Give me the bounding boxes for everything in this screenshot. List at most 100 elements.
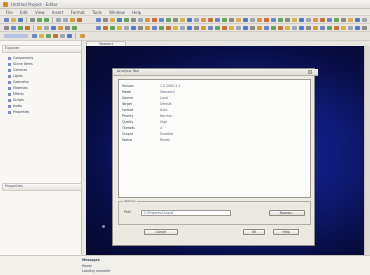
tool-icon[interactable] xyxy=(187,26,192,30)
tool-icon[interactable] xyxy=(103,18,108,22)
tool-icon[interactable] xyxy=(313,18,318,22)
tool-icon[interactable] xyxy=(110,18,115,22)
tool-icon[interactable] xyxy=(278,26,283,30)
tool-icon[interactable] xyxy=(278,18,283,22)
tool-icon[interactable] xyxy=(222,18,227,22)
tool-icon[interactable] xyxy=(152,18,157,22)
view-dropdown[interactable] xyxy=(4,34,28,38)
sidebar-item[interactable]: Materials xyxy=(8,86,80,91)
menu-tools[interactable]: Tools xyxy=(92,10,102,15)
tool-icon[interactable] xyxy=(159,18,164,22)
tool-icon[interactable] xyxy=(208,26,213,30)
menu-format[interactable]: Format xyxy=(71,10,85,15)
tool-icon[interactable] xyxy=(243,26,248,30)
tool-icon[interactable] xyxy=(313,26,318,30)
tool-icon[interactable] xyxy=(285,26,290,30)
sidebar-item[interactable]: Cameras xyxy=(8,68,80,73)
tool-icon[interactable] xyxy=(355,26,360,30)
ok-button[interactable]: OK xyxy=(243,229,265,235)
tool-icon[interactable] xyxy=(131,26,136,30)
material-icon[interactable] xyxy=(53,34,58,38)
viewport-scrollbar[interactable] xyxy=(364,46,370,255)
scale-icon[interactable] xyxy=(25,26,30,30)
array-icon[interactable] xyxy=(58,26,63,30)
tool-icon[interactable] xyxy=(306,26,311,30)
tool-icon[interactable] xyxy=(348,26,353,30)
align-icon[interactable] xyxy=(44,26,49,30)
sidebar-item[interactable]: Effects xyxy=(8,92,80,97)
path-field[interactable]: C:\Projects\Output xyxy=(141,210,231,216)
tool-icon[interactable] xyxy=(187,18,192,22)
tool-icon[interactable] xyxy=(236,18,241,22)
tool-icon[interactable] xyxy=(180,26,185,30)
tool-icon[interactable] xyxy=(138,18,143,22)
menu-window[interactable]: Window xyxy=(109,10,125,15)
mirror-icon[interactable] xyxy=(51,26,56,30)
group-icon[interactable] xyxy=(65,26,70,30)
menu-insert[interactable]: Insert xyxy=(52,10,63,15)
tool-icon[interactable] xyxy=(117,18,122,22)
tool-icon[interactable] xyxy=(320,26,325,30)
tool-icon[interactable] xyxy=(292,18,297,22)
tool-icon[interactable] xyxy=(145,18,150,22)
tool-icon[interactable] xyxy=(306,18,311,22)
tool-icon[interactable] xyxy=(194,26,199,30)
tool-icon[interactable] xyxy=(299,26,304,30)
tool-icon[interactable] xyxy=(96,18,101,22)
move-icon[interactable] xyxy=(11,26,16,30)
layers-icon[interactable] xyxy=(70,18,75,22)
tool-icon[interactable] xyxy=(341,18,346,22)
tool-icon[interactable] xyxy=(327,26,332,30)
tool-icon[interactable] xyxy=(271,18,276,22)
zoom-icon[interactable] xyxy=(56,18,61,22)
help-button[interactable]: Help xyxy=(273,229,299,235)
tool-icon[interactable] xyxy=(229,18,234,22)
tool-icon[interactable] xyxy=(222,26,227,30)
menu-view[interactable]: View xyxy=(35,10,45,15)
play-icon[interactable] xyxy=(80,34,85,38)
tool-icon[interactable] xyxy=(250,26,255,30)
preview-icon[interactable] xyxy=(67,34,72,38)
rotate-icon[interactable] xyxy=(18,26,23,30)
sidebar-item[interactable]: Properties xyxy=(8,110,80,115)
tool-icon[interactable] xyxy=(131,18,136,22)
tool-icon[interactable] xyxy=(180,18,185,22)
cancel-button[interactable]: Cancel xyxy=(144,229,178,235)
tool-icon[interactable] xyxy=(257,18,262,22)
tool-icon[interactable] xyxy=(243,18,248,22)
undo-icon[interactable] xyxy=(37,18,42,22)
tool-icon[interactable] xyxy=(201,26,206,30)
ungroup-icon[interactable] xyxy=(72,26,77,30)
mesh-icon[interactable] xyxy=(46,34,51,38)
tool-icon[interactable] xyxy=(362,18,367,22)
light-icon[interactable] xyxy=(39,34,44,38)
menu-help[interactable]: Help xyxy=(132,10,141,15)
tool-icon[interactable] xyxy=(215,26,220,30)
sidebar-item[interactable]: Scene Items xyxy=(8,62,80,67)
texture-icon[interactable] xyxy=(60,34,65,38)
tool-icon[interactable] xyxy=(355,18,360,22)
tool-icon[interactable] xyxy=(145,26,150,30)
render-icon[interactable] xyxy=(77,18,82,22)
sidebar-item[interactable]: Scripts xyxy=(8,98,80,103)
menu-edit[interactable]: Edit xyxy=(20,10,28,15)
tool-icon[interactable] xyxy=(334,18,339,22)
tool-icon[interactable] xyxy=(264,18,269,22)
grid-icon[interactable] xyxy=(63,18,68,22)
tool-icon[interactable] xyxy=(362,26,367,30)
tool-icon[interactable] xyxy=(236,26,241,30)
tool-icon[interactable] xyxy=(271,26,276,30)
save-icon[interactable] xyxy=(18,18,23,22)
tool-icon[interactable] xyxy=(320,18,325,22)
tool-icon[interactable] xyxy=(215,18,220,22)
tool-icon[interactable] xyxy=(285,18,290,22)
redo-icon[interactable] xyxy=(44,18,49,22)
tool-icon[interactable] xyxy=(208,18,213,22)
tool-icon[interactable] xyxy=(334,26,339,30)
tool-icon[interactable] xyxy=(341,26,346,30)
snap-icon[interactable] xyxy=(37,26,42,30)
sidebar-item[interactable]: Audio xyxy=(8,104,80,109)
tool-icon[interactable] xyxy=(201,18,206,22)
tool-icon[interactable] xyxy=(166,26,171,30)
tool-icon[interactable] xyxy=(264,26,269,30)
